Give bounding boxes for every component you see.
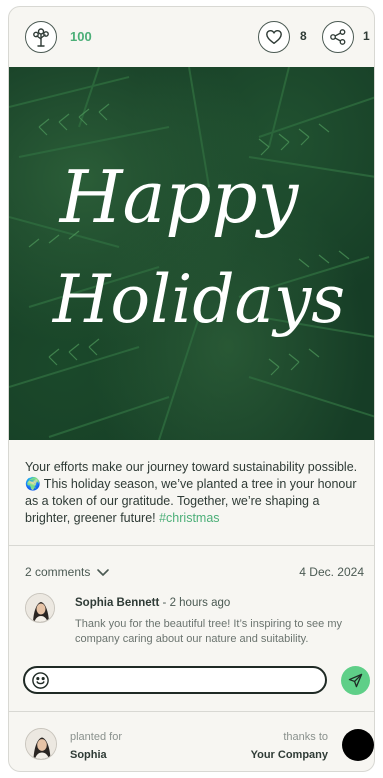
comment-text: Thank you for the beautiful tree! It’s i… [75, 618, 342, 645]
send-icon [348, 673, 363, 688]
comments-toggle[interactable]: 2 comments [25, 565, 110, 579]
avatar [25, 593, 55, 623]
greeting-line-1: Happy [58, 155, 300, 239]
divider [9, 711, 374, 712]
holiday-greeting-image: Happy Holidays [9, 67, 374, 440]
post-header: 100 8 1 [9, 7, 374, 67]
like-count: 8 [300, 29, 307, 43]
post-card: 100 8 1 Happy Holidays Your efforts make… [8, 6, 375, 772]
comments-count: 2 comments [25, 565, 91, 579]
chevron-down-icon [97, 569, 110, 576]
planted-for-name: Sophia [70, 749, 107, 761]
tree-counter-button[interactable] [25, 21, 57, 53]
hashtag-link[interactable]: #christmas [159, 511, 219, 525]
share-count: 1 [363, 29, 370, 43]
recipient-avatar [25, 728, 57, 760]
post-message: Your efforts make our journey toward sus… [25, 459, 365, 527]
thanks-to-label: thanks to [283, 731, 328, 743]
like-button[interactable] [258, 21, 290, 53]
post-date: 4 Dec. 2024 [299, 565, 364, 579]
heart-icon [266, 29, 282, 45]
divider [9, 545, 374, 546]
greeting-line-2: Holidays [52, 261, 345, 338]
comment-input-box [23, 666, 327, 694]
comment-time: - 2 hours ago [159, 597, 231, 609]
comment-input[interactable] [57, 670, 317, 690]
emoji-icon[interactable] [31, 671, 50, 690]
comment-author[interactable]: Sophia Bennett [75, 597, 159, 609]
comment-meta: Sophia Bennett - 2 hours ago [75, 597, 230, 609]
company-logo [342, 729, 374, 761]
send-button[interactable] [341, 666, 370, 695]
thanks-to-company: Your Company [250, 749, 328, 761]
tree-icon [33, 28, 49, 47]
tree-count: 100 [70, 29, 92, 44]
pine-branches-illustration: Happy Holidays [9, 67, 374, 440]
planted-for-label: planted for [70, 731, 122, 743]
share-button[interactable] [322, 21, 354, 53]
share-icon [330, 29, 346, 45]
